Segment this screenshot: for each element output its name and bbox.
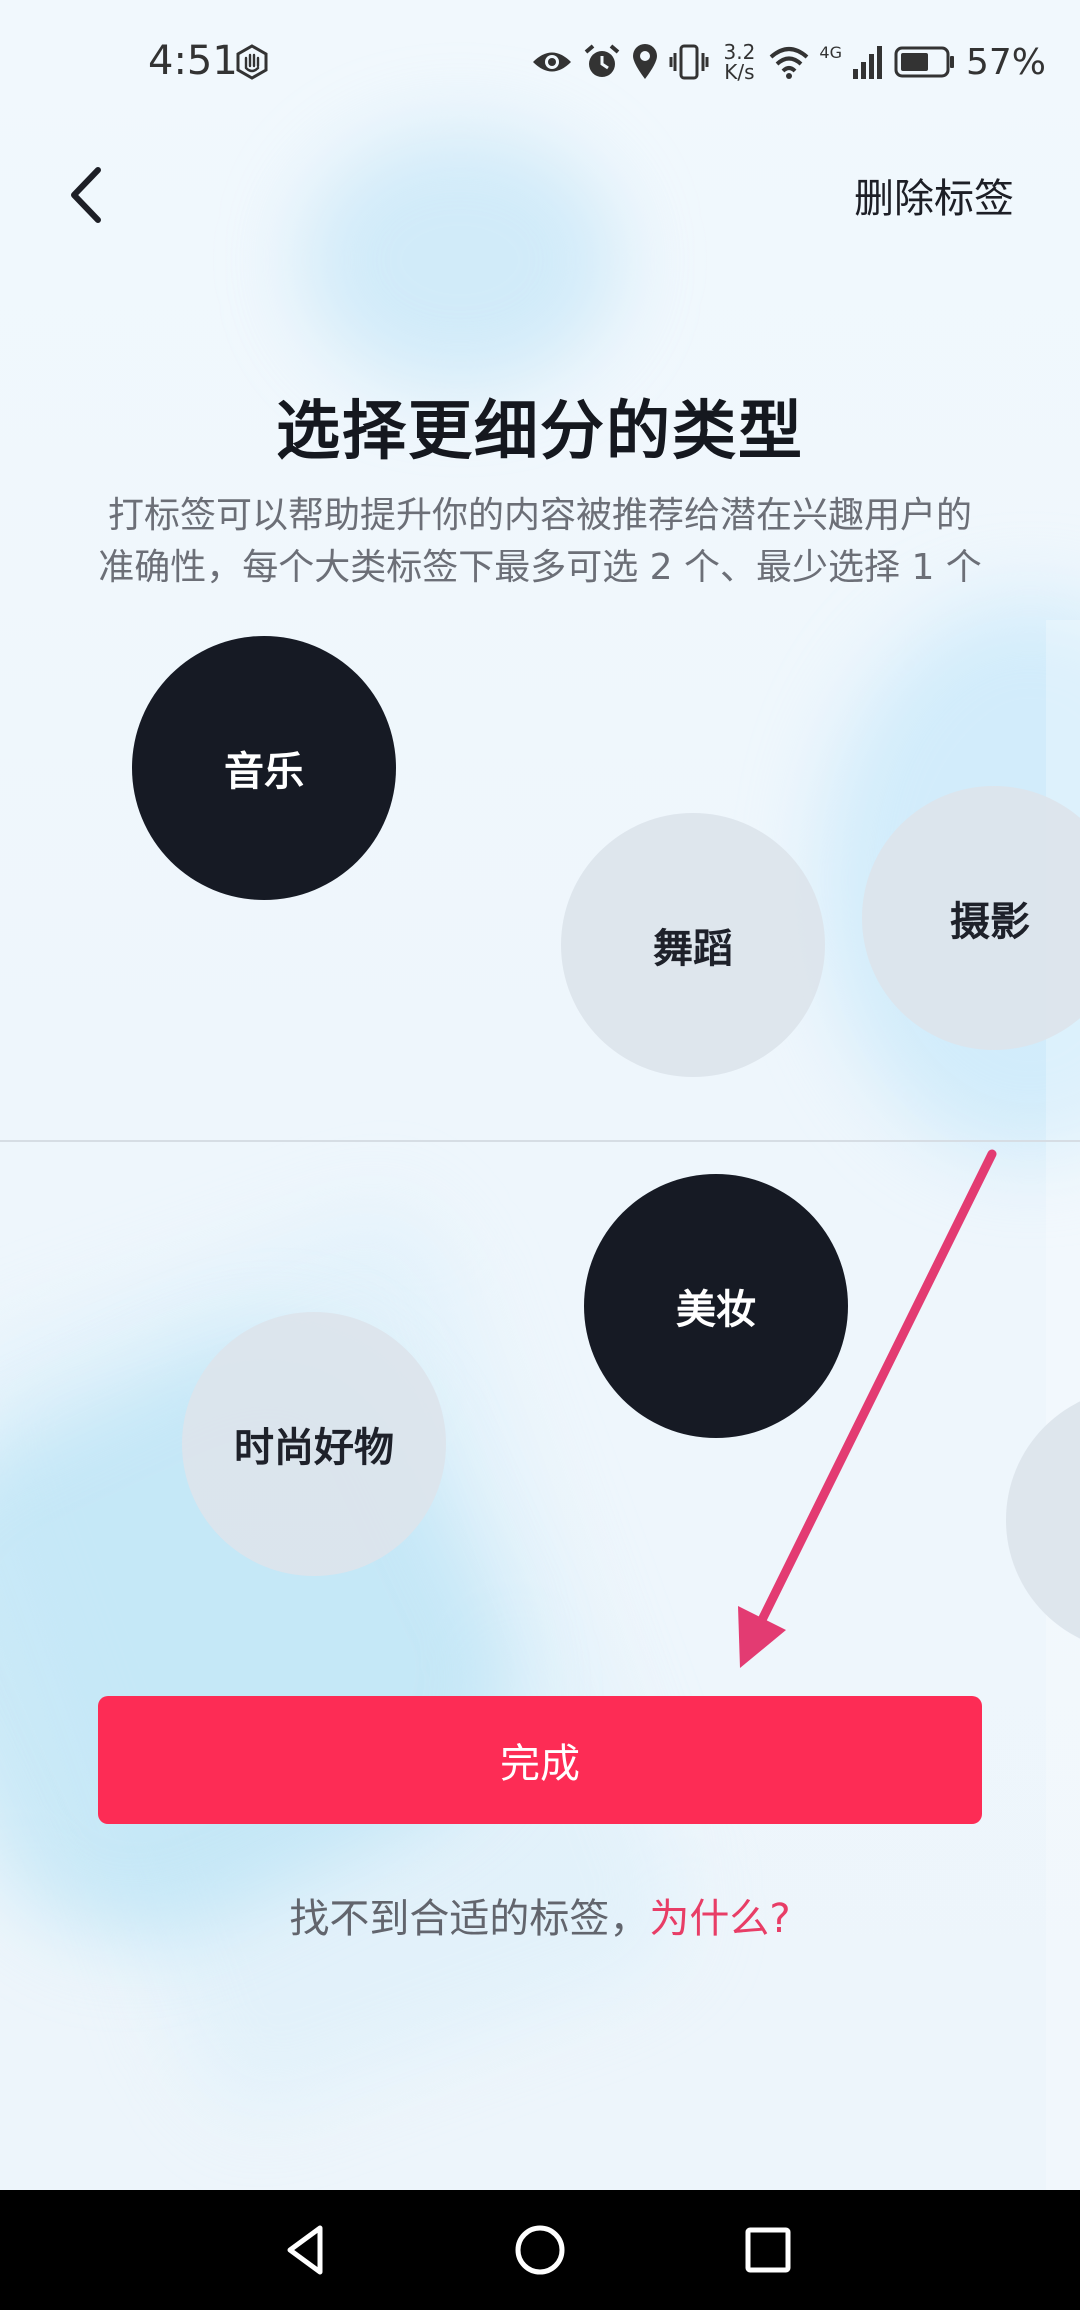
wifi-icon xyxy=(770,47,809,79)
delete-tags-button[interactable]: 删除标签 xyxy=(854,166,1014,224)
tag-fashion-goods[interactable]: 时尚好物 xyxy=(182,1312,446,1576)
battery-percent: 57% xyxy=(965,41,1046,83)
bg-blob xyxy=(300,130,620,390)
why-link[interactable]: 为什么? xyxy=(649,1896,790,1942)
vibrate-icon xyxy=(669,44,709,80)
tag-label: 时尚好物 xyxy=(234,1425,394,1471)
page-title: 选择更细分的类型 xyxy=(276,395,804,469)
net-speed: 3.2 K/s xyxy=(723,40,756,84)
done-button[interactable]: 完成 xyxy=(98,1696,982,1824)
description-line: 准确性，每个大类标签下最多可选 2 个、最少选择 1 个 xyxy=(98,547,982,588)
signal-icon xyxy=(852,46,882,79)
location-icon xyxy=(633,44,658,79)
battery-icon xyxy=(894,46,954,78)
status-bar: 4:51 3.2 K/s 4G 57% xyxy=(0,0,1080,120)
tag-dance[interactable]: 舞蹈 xyxy=(561,813,825,1077)
chevron-left-icon xyxy=(71,167,101,223)
network-type: 4G xyxy=(819,42,842,62)
description-line: 打标签可以帮助提升你的内容被推荐给潜在兴趣用户的 xyxy=(107,495,972,536)
hand-stop-icon xyxy=(236,44,268,80)
screen-background: 4:51 3.2 K/s 4G 57% 删除标签 选择更细分的类型 打标签可以帮… xyxy=(0,0,1080,2190)
circle-home-icon[interactable] xyxy=(508,2218,572,2282)
status-time: 4:51 xyxy=(148,38,238,84)
divider xyxy=(0,1140,1080,1142)
square-recents-icon[interactable] xyxy=(736,2218,800,2282)
back-button[interactable] xyxy=(56,160,116,230)
tag-label: 舞蹈 xyxy=(653,926,733,972)
triangle-back-icon[interactable] xyxy=(276,2218,340,2282)
status-icons: 3.2 K/s 4G 57% xyxy=(531,40,1046,84)
alarm-icon xyxy=(585,44,620,77)
help-text: 找不到合适的标签，为什么? xyxy=(0,1886,1080,1944)
tag-label: 摄影 xyxy=(950,899,1030,945)
tag-makeup[interactable]: 美妆 xyxy=(584,1174,848,1438)
page-description: 打标签可以帮助提升你的内容被推荐给潜在兴趣用户的 准确性，每个大类标签下最多可选… xyxy=(50,490,1030,594)
tag-label: 美妆 xyxy=(676,1287,756,1333)
tag-partial-offscreen[interactable] xyxy=(1006,1388,1080,1652)
navigation-bar xyxy=(0,2190,1080,2310)
help-message: 找不到合适的标签， xyxy=(289,1896,650,1942)
tag-music[interactable]: 音乐 xyxy=(132,636,396,900)
tag-label: 音乐 xyxy=(224,749,304,795)
eye-icon xyxy=(533,52,572,72)
